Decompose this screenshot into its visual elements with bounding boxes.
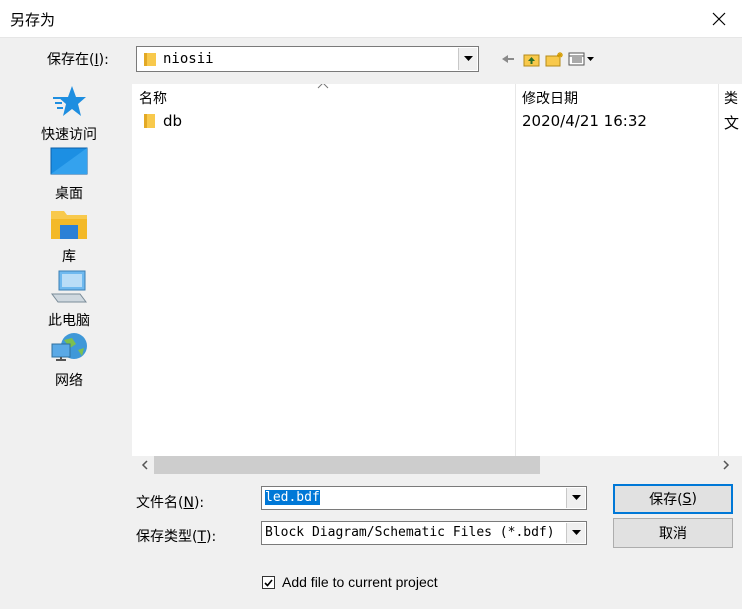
folder-icon	[144, 114, 155, 128]
place-this-pc[interactable]: 此电脑	[30, 270, 108, 330]
this-pc-icon	[51, 270, 87, 303]
filetype-select[interactable]: Block Diagram/Schematic Files (*.bdf)	[261, 521, 587, 545]
filename-label: 文件名(N):	[136, 495, 205, 511]
column-header-date[interactable]: 修改日期	[522, 88, 578, 108]
scroll-right-button[interactable]	[718, 456, 734, 474]
window-title: 另存为	[10, 11, 56, 29]
checkmark-icon	[264, 578, 273, 587]
new-folder-button[interactable]	[543, 48, 565, 70]
file-date: 2020/4/21 16:32	[522, 112, 647, 130]
add-to-project-label[interactable]: Add file to current project	[282, 574, 438, 590]
chevron-left-icon	[141, 460, 148, 470]
file-row[interactable]: db 2020/4/21 16:32 文	[132, 110, 742, 132]
place-desktop[interactable]: 桌面	[30, 147, 108, 203]
library-icon	[51, 211, 87, 239]
filename-value: led.bdf	[265, 490, 320, 505]
column-header-type[interactable]: 类	[724, 88, 738, 108]
chevron-right-icon	[722, 460, 729, 470]
sort-ascending-icon	[317, 84, 329, 89]
close-button[interactable]	[696, 0, 742, 38]
cancel-button[interactable]: 取消	[613, 518, 733, 548]
column-divider[interactable]	[515, 84, 516, 456]
up-folder-button[interactable]	[521, 48, 541, 70]
filename-dropdown[interactable]	[566, 488, 585, 508]
quick-access-icon	[53, 86, 86, 116]
look-in-dropdown[interactable]	[458, 48, 477, 70]
network-icon	[51, 333, 87, 361]
chevron-down-icon	[571, 495, 581, 500]
back-button[interactable]	[499, 48, 517, 70]
file-list[interactable]: 名称 修改日期 类 db 2020/4/21 16:32 文	[132, 84, 742, 456]
place-label: 网络	[55, 373, 83, 389]
filename-input[interactable]: led.bdf	[261, 486, 587, 510]
folder-icon	[144, 53, 156, 66]
close-icon	[712, 12, 726, 26]
filetype-value: Block Diagram/Schematic Files (*.bdf)	[265, 525, 555, 540]
file-name: db	[163, 112, 183, 130]
look-in-label: 保存在(I):	[47, 52, 109, 68]
horizontal-scrollbar[interactable]	[132, 456, 742, 474]
place-label: 桌面	[55, 186, 83, 202]
column-divider[interactable]	[718, 84, 719, 456]
up-folder-icon	[523, 54, 539, 66]
new-folder-icon	[545, 52, 563, 67]
save-button[interactable]: 保存(S)	[613, 484, 733, 514]
look-in-value: niosii	[163, 51, 214, 67]
file-type: 文	[724, 114, 740, 132]
add-to-project-checkbox[interactable]	[262, 576, 275, 589]
scroll-left-button[interactable]	[136, 456, 152, 474]
desktop-icon	[50, 147, 88, 175]
chevron-down-icon	[463, 56, 473, 61]
filetype-dropdown[interactable]	[566, 523, 585, 543]
filetype-label: 保存类型(T):	[136, 529, 217, 545]
column-header-name[interactable]: 名称	[139, 88, 167, 108]
look-in-combo[interactable]: niosii	[136, 46, 479, 72]
place-quick-access[interactable]: 快速访问	[30, 84, 108, 144]
back-icon	[502, 55, 514, 63]
view-menu-button[interactable]	[567, 48, 597, 70]
scroll-thumb[interactable]	[154, 456, 540, 474]
place-label: 快速访问	[41, 127, 97, 143]
chevron-down-icon	[571, 530, 581, 535]
view-menu-icon	[568, 52, 594, 66]
title-bar: 另存为	[0, 0, 742, 38]
place-library[interactable]: 库	[30, 208, 108, 266]
place-network[interactable]: 网络	[30, 332, 108, 390]
place-label: 此电脑	[48, 313, 90, 329]
place-label: 库	[62, 249, 76, 265]
